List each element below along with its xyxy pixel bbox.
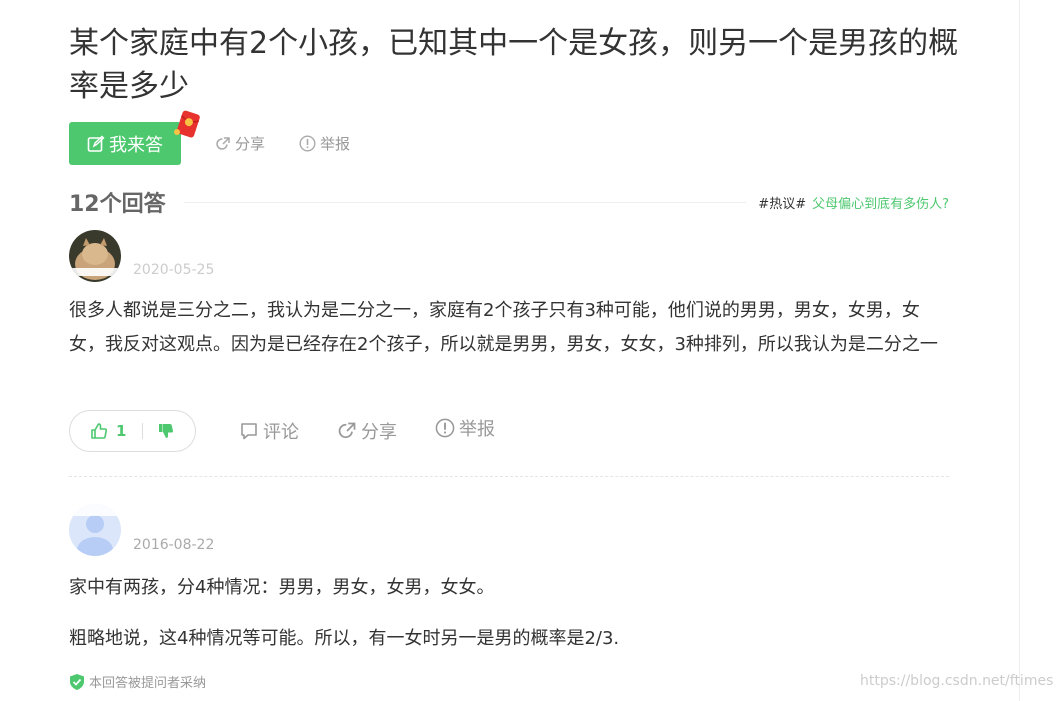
red-envelope-icon[interactable] (173, 108, 203, 142)
edit-icon (87, 135, 105, 152)
right-border (1019, 0, 1020, 701)
shield-check-icon (70, 673, 84, 690)
question-share-button[interactable]: 分享 (215, 133, 265, 154)
hot-tag: #热议# (758, 196, 807, 212)
hot-topic-link[interactable]: 父母偏心到底有多伤人? (812, 193, 949, 212)
answer-count: 12个回答 (69, 192, 166, 217)
answer-report-label: 举报 (459, 419, 495, 440)
share-icon (216, 136, 230, 150)
thumbs-up-icon (91, 423, 108, 439)
answer-paragraph: 粗略地说，这4种情况等可能。所以，有一女时另一是男的概率是2/3. (69, 628, 620, 649)
like-count: 1 (116, 422, 127, 440)
question-title: 某个家庭中有2个小孩，已知其中一个是女孩，则另一个是男孩的概率是多少 (69, 26, 959, 104)
downvote-button[interactable] (157, 422, 175, 440)
answer-divider (69, 476, 949, 477)
report-icon (299, 135, 316, 152)
answer-button[interactable]: 我来答 (69, 110, 200, 165)
vote-separator (142, 423, 144, 439)
report-icon (435, 418, 455, 438)
vote-box: 1 (69, 410, 196, 452)
answer-button-label: 我来答 (109, 134, 163, 156)
answer-date: 2020-05-25 (133, 262, 215, 276)
watermark: https://blog.csdn.net/ftimes (860, 673, 1054, 689)
adopted-label: 本回答被提问者采纳 (89, 676, 207, 691)
question-actions: 我来答 分享 举报 (69, 110, 350, 165)
comment-label: 评论 (263, 422, 299, 443)
comment-icon (241, 423, 257, 440)
upvote-button[interactable]: 1 (90, 422, 126, 440)
answer-text: 很多人都说是三分之二，我认为是二分之一，家庭有2个孩子只有3种可能，他们说的男男… (69, 300, 938, 355)
answer-share-label: 分享 (361, 422, 397, 443)
share-icon (338, 422, 356, 439)
comment-button[interactable]: 评论 (239, 418, 299, 444)
avatar-default[interactable] (69, 504, 121, 556)
answer-paragraph: 家中有两孩，分4种情况：男男，男女，女男，女女。 (69, 577, 495, 598)
question-report-label: 举报 (320, 135, 351, 153)
question-share-label: 分享 (235, 135, 266, 153)
answer-date: 2016-08-22 (133, 537, 215, 553)
answer-report-button[interactable]: 举报 (435, 415, 495, 441)
question-report-button[interactable]: 举报 (299, 133, 350, 154)
adopted-badge: 本回答被提问者采纳 (69, 672, 206, 691)
header-divider (183, 201, 747, 203)
thumbs-down-icon (159, 424, 174, 438)
answer-share-button[interactable]: 分享 (337, 418, 397, 444)
answers-header: 12个回答 #热议# 父母偏心到底有多伤人? (69, 186, 949, 218)
username-masked (133, 512, 223, 526)
avatar[interactable] (69, 230, 121, 282)
